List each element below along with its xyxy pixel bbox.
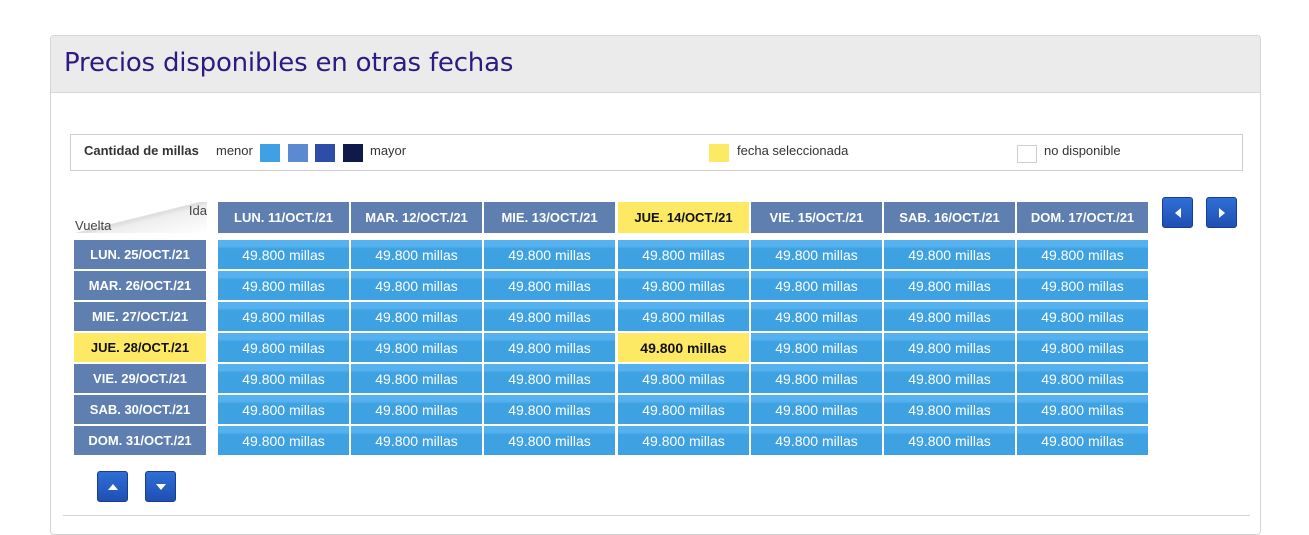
price-cell[interactable]: 49.800 millas	[351, 364, 482, 393]
price-cell[interactable]: 49.800 millas	[1017, 271, 1148, 300]
price-cell[interactable]: 49.800 millas	[1017, 364, 1148, 393]
price-cell[interactable]: 49.800 millas	[751, 333, 882, 362]
legend-menor-label: menor	[216, 143, 253, 158]
price-cell[interactable]: 49.800 millas	[484, 333, 615, 362]
price-cell[interactable]: 49.800 millas	[218, 302, 349, 331]
page-title: Precios disponibles en otras fechas	[64, 48, 514, 78]
price-cell[interactable]: 49.800 millas	[351, 271, 482, 300]
price-cell[interactable]: 49.800 millas	[218, 395, 349, 424]
price-cell[interactable]: 49.800 millas	[218, 364, 349, 393]
price-cell[interactable]: 49.800 millas	[218, 426, 349, 455]
price-cell[interactable]: 49.800 millas	[884, 302, 1015, 331]
price-cell[interactable]: 49.800 millas	[618, 395, 749, 424]
price-cell[interactable]: 49.800 millas	[1017, 395, 1148, 424]
legend-swatch-3	[315, 144, 335, 162]
row-header-6[interactable]: DOM. 31/OCT./21	[74, 426, 206, 455]
price-cell[interactable]: 49.800 millas	[618, 333, 749, 362]
price-cell[interactable]: 49.800 millas	[218, 333, 349, 362]
legend-swatch-4	[343, 144, 363, 162]
column-header-1[interactable]: MAR. 12/OCT./21	[351, 202, 482, 233]
column-header-5[interactable]: SAB. 16/OCT./21	[884, 202, 1015, 233]
column-header-2[interactable]: MIE. 13/OCT./21	[484, 202, 615, 233]
price-cell[interactable]: 49.800 millas	[1017, 240, 1148, 269]
legend-title: Cantidad de millas	[84, 143, 199, 158]
row-header-5[interactable]: SAB. 30/OCT./21	[74, 395, 206, 424]
price-cell[interactable]: 49.800 millas	[618, 271, 749, 300]
row-header-4[interactable]: VIE. 29/OCT./21	[74, 364, 206, 393]
price-cell[interactable]: 49.800 millas	[1017, 426, 1148, 455]
corner-ida-label: Ida	[188, 203, 207, 218]
price-cell[interactable]: 49.800 millas	[351, 395, 482, 424]
caret-right-icon	[1218, 207, 1225, 218]
prev-week-button[interactable]	[1162, 197, 1193, 228]
price-cell[interactable]: 49.800 millas	[351, 240, 482, 269]
price-cell[interactable]: 49.800 millas	[351, 333, 482, 362]
price-cell[interactable]: 49.800 millas	[484, 364, 615, 393]
price-cell[interactable]: 49.800 millas	[884, 364, 1015, 393]
legend-swatch-1	[260, 144, 280, 162]
price-cell[interactable]: 49.800 millas	[618, 426, 749, 455]
price-cell[interactable]: 49.800 millas	[484, 395, 615, 424]
price-cell[interactable]: 49.800 millas	[1017, 302, 1148, 331]
price-cell[interactable]: 49.800 millas	[484, 302, 615, 331]
price-cell[interactable]: 49.800 millas	[884, 426, 1015, 455]
price-cell[interactable]: 49.800 millas	[218, 271, 349, 300]
caret-down-icon	[155, 483, 166, 490]
legend-unavailable-swatch	[1017, 145, 1037, 163]
price-cell[interactable]: 49.800 millas	[884, 271, 1015, 300]
column-header-3[interactable]: JUE. 14/OCT./21	[618, 202, 749, 233]
price-cell[interactable]: 49.800 millas	[751, 364, 882, 393]
price-cell[interactable]: 49.800 millas	[351, 426, 482, 455]
row-header-0[interactable]: LUN. 25/OCT./21	[74, 240, 206, 269]
price-cell[interactable]: 49.800 millas	[218, 240, 349, 269]
price-cell[interactable]: 49.800 millas	[484, 240, 615, 269]
legend: Cantidad de millas menor mayor fecha sel…	[70, 134, 1243, 171]
bottom-divider	[63, 515, 1250, 516]
caret-up-icon	[107, 483, 118, 490]
legend-mayor-label: mayor	[370, 143, 407, 158]
column-header-4[interactable]: VIE. 15/OCT./21	[751, 202, 882, 233]
column-header-0[interactable]: LUN. 11/OCT./21	[218, 202, 349, 233]
price-cell[interactable]: 49.800 millas	[618, 240, 749, 269]
price-cell[interactable]: 49.800 millas	[351, 302, 482, 331]
row-header-3[interactable]: JUE. 28/OCT./21	[74, 333, 206, 362]
price-cell[interactable]: 49.800 millas	[618, 364, 749, 393]
price-cell[interactable]: 49.800 millas	[618, 302, 749, 331]
next-week-button[interactable]	[1206, 197, 1237, 228]
prev-return-week-button[interactable]	[97, 471, 128, 502]
caret-left-icon	[1174, 207, 1181, 218]
price-cell[interactable]: 49.800 millas	[751, 426, 882, 455]
grid-corner: Ida Vuelta	[73, 202, 207, 233]
price-cell[interactable]: 49.800 millas	[751, 302, 882, 331]
price-cell[interactable]: 49.800 millas	[751, 395, 882, 424]
price-cell[interactable]: 49.800 millas	[484, 271, 615, 300]
row-header-1[interactable]: MAR. 26/OCT./21	[74, 271, 206, 300]
next-return-week-button[interactable]	[145, 471, 176, 502]
price-cell[interactable]: 49.800 millas	[751, 240, 882, 269]
price-cell[interactable]: 49.800 millas	[751, 271, 882, 300]
price-cell[interactable]: 49.800 millas	[884, 395, 1015, 424]
row-header-2[interactable]: MIE. 27/OCT./21	[74, 302, 206, 331]
corner-vuelta-label: Vuelta	[75, 218, 112, 233]
legend-unavailable-label: no disponible	[1044, 143, 1121, 158]
panel-header: Precios disponibles en otras fechas	[51, 36, 1260, 93]
legend-swatch-2	[288, 144, 308, 162]
price-cell[interactable]: 49.800 millas	[884, 333, 1015, 362]
legend-selected-label: fecha seleccionada	[737, 143, 849, 158]
price-cell[interactable]: 49.800 millas	[1017, 333, 1148, 362]
column-header-6[interactable]: DOM. 17/OCT./21	[1017, 202, 1148, 233]
price-cell[interactable]: 49.800 millas	[884, 240, 1015, 269]
legend-selected-swatch	[709, 144, 729, 162]
price-cell[interactable]: 49.800 millas	[484, 426, 615, 455]
